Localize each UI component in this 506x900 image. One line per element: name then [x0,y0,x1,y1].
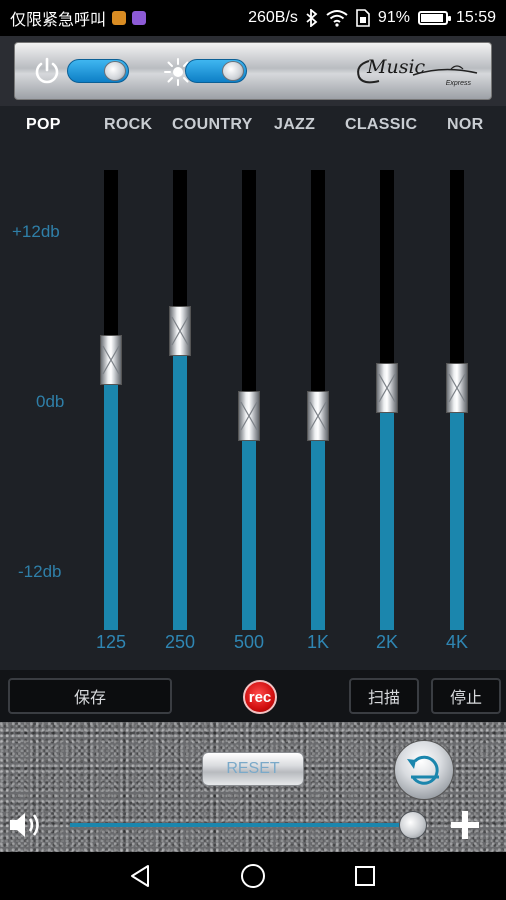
preset-rock[interactable]: ROCK [104,116,152,134]
battery-icon [417,11,451,25]
power-toggle[interactable] [67,59,129,83]
bottom-panel: RESET [0,722,506,852]
brightness-toggle-knob[interactable] [222,61,244,81]
app-notification-icon [112,11,127,25]
net-speed: 260B/s [248,9,298,26]
record-button[interactable]: rec [243,680,277,714]
app-logo: Music Express [353,53,481,89]
power-icon[interactable] [33,57,61,85]
db-label-top: +12db [12,222,60,241]
app-notification-icon [132,11,147,25]
carrier-text: 仅限紧急呼叫 [10,12,107,29]
header-panel: Music Express [0,36,506,106]
eq-slider-thumb[interactable] [307,391,329,442]
freq-label: 250 [164,632,196,652]
scan-button[interactable]: 扫描 [349,678,419,714]
rotate-button[interactable] [394,740,454,800]
eq-track-125[interactable] [104,170,118,630]
volume-knob[interactable] [399,811,427,839]
preset-tabs: POP ROCK COUNTRY JAZZ CLASSIC NOR [0,116,506,142]
eq-fill [380,387,394,630]
eq-fill [173,331,187,630]
eq-fill [104,359,118,630]
eq-track-250[interactable] [173,170,187,630]
freq-label: 1K [306,632,330,652]
preset-classic[interactable]: CLASSIC [345,116,417,134]
plus-icon[interactable] [448,808,482,842]
logo-text: Music [367,56,426,78]
save-button[interactable]: 保存 [8,678,172,714]
preset-nor[interactable]: NOR [447,116,483,134]
recent-apps-icon[interactable] [354,865,376,887]
eq-slider-thumb[interactable] [446,362,468,413]
eq-slider-thumb[interactable] [376,362,398,413]
reset-button[interactable]: RESET [202,752,304,786]
logo-subtext: Express [445,80,471,87]
home-icon[interactable] [240,863,266,889]
eq-fill [450,387,464,630]
controls-row: 保存 rec 扫描 停止 [0,670,506,722]
freq-label: 500 [233,632,265,652]
volume-track[interactable] [70,823,420,827]
wifi-icon [326,10,348,27]
eq-fill [242,416,256,630]
preset-jazz[interactable]: JAZZ [274,116,315,134]
battery-percent: 91% [377,9,410,26]
db-label-zero: 0db [36,392,65,411]
db-label-bottom: -12db [18,562,62,581]
eq-slider-thumb[interactable] [169,306,191,357]
preset-country[interactable]: COUNTRY [172,116,253,134]
stop-button[interactable]: 停止 [431,678,501,714]
rotate-icon [407,755,439,785]
brightness-toggle[interactable] [185,59,247,83]
clock: 15:59 [455,9,496,26]
eq-slider-thumb[interactable] [238,391,260,442]
navigation-bar [0,852,506,900]
equalizer-panel: POP ROCK COUNTRY JAZZ CLASSIC NOR +12db … [0,106,506,670]
freq-label: 2K [375,632,399,652]
preset-pop[interactable]: POP [26,116,61,134]
eq-fill [311,416,325,630]
freq-label: 125 [95,632,127,652]
bluetooth-icon [306,9,318,27]
power-toggle-knob[interactable] [104,61,126,81]
header-chrome: Music Express [14,42,492,100]
freq-label: 4K [445,632,469,652]
eq-slider-thumb[interactable] [100,334,122,385]
speaker-icon [10,813,39,837]
sim-icon [356,9,370,27]
back-icon[interactable] [128,864,152,888]
status-bar: 仅限紧急呼叫 260B/s 91% 15:59 [0,0,506,36]
